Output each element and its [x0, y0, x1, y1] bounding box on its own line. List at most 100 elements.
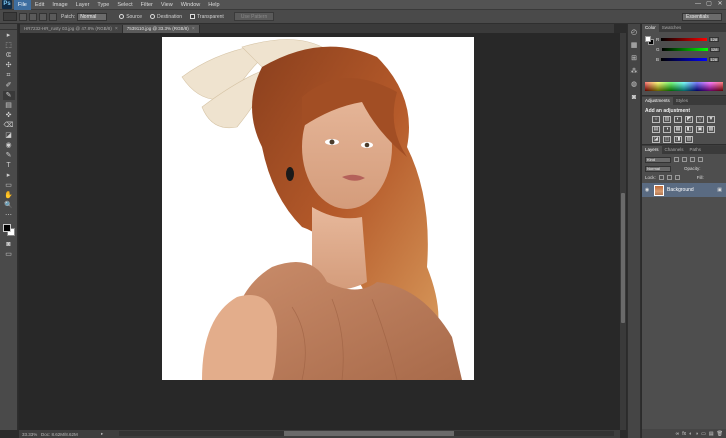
- info-icon[interactable]: ⊞: [630, 54, 639, 63]
- transparent-option[interactable]: Transparent: [190, 14, 224, 20]
- source-option[interactable]: Source: [119, 14, 142, 20]
- intersect-selection-button[interactable]: [49, 12, 57, 21]
- levels-icon[interactable]: ▥: [663, 116, 671, 123]
- tab-close-icon[interactable]: ×: [115, 25, 118, 33]
- vertical-scrollbar[interactable]: [620, 33, 626, 430]
- clone-stamp-tool-icon[interactable]: ✜: [3, 111, 15, 120]
- green-slider[interactable]: [661, 47, 708, 51]
- destination-radio[interactable]: [150, 14, 156, 19]
- curves-icon[interactable]: ◐: [674, 116, 682, 123]
- tab-document-1[interactable]: HR7232-HR_rusty 03.jpg @ 47.8% (RGB/8) ×: [20, 25, 123, 33]
- menu-file[interactable]: File: [14, 0, 31, 10]
- brightness-contrast-icon[interactable]: ☼: [652, 116, 660, 123]
- menu-select[interactable]: Select: [113, 0, 136, 10]
- filter-pixel-icon[interactable]: [674, 157, 679, 162]
- green-value[interactable]: 128: [709, 46, 720, 52]
- patch-mode-select[interactable]: Normal: [77, 12, 108, 21]
- gradient-tool-icon[interactable]: ◪: [3, 131, 15, 140]
- blue-value[interactable]: 128: [709, 56, 720, 62]
- visibility-eye-icon[interactable]: ◉: [643, 187, 651, 193]
- channel-mixer-icon[interactable]: ▣: [696, 126, 704, 133]
- color-balance-icon[interactable]: ◑: [663, 126, 671, 133]
- menu-layer[interactable]: Layer: [72, 0, 94, 10]
- tab-layers[interactable]: Layers: [642, 146, 662, 154]
- brush-presets-icon[interactable]: ⁂: [630, 67, 639, 76]
- menu-image[interactable]: Image: [48, 0, 71, 10]
- tab-swatches[interactable]: Swatches: [659, 24, 685, 32]
- selective-color-icon[interactable]: ▧: [685, 136, 693, 143]
- red-value[interactable]: 128: [709, 36, 720, 42]
- subtract-selection-button[interactable]: [39, 12, 47, 21]
- exposure-icon[interactable]: ◩: [685, 116, 693, 123]
- menu-window[interactable]: Window: [177, 0, 205, 10]
- document-canvas[interactable]: [162, 37, 474, 380]
- lock-transparent-icon[interactable]: [658, 175, 664, 180]
- filter-shape-icon[interactable]: [698, 157, 703, 162]
- use-pattern-button[interactable]: Use Pattern: [233, 12, 275, 21]
- filter-adjustment-icon[interactable]: [682, 157, 687, 162]
- status-menu-arrow-icon[interactable]: ▸: [101, 431, 103, 437]
- tab-styles[interactable]: Styles: [673, 97, 691, 105]
- blur-tool-icon[interactable]: ◉: [3, 141, 15, 150]
- color-swatches[interactable]: [2, 223, 16, 237]
- hand-tool-icon[interactable]: ✋: [3, 191, 15, 200]
- menu-edit[interactable]: Edit: [31, 0, 48, 10]
- layer-kind-select[interactable]: Kind: [645, 156, 671, 163]
- clone-source-icon[interactable]: ◍: [630, 80, 639, 89]
- lasso-tool-icon[interactable]: ᕳ: [3, 51, 15, 60]
- zoom-level[interactable]: 33.33%: [19, 432, 41, 437]
- path-select-tool-icon[interactable]: ▸: [3, 171, 15, 180]
- crop-tool-icon[interactable]: ⌗: [3, 71, 15, 80]
- new-group-icon[interactable]: ▭: [701, 431, 706, 437]
- horizontal-scroll-thumb[interactable]: [284, 431, 454, 436]
- pen-tool-icon[interactable]: ✎: [3, 151, 15, 160]
- maximize-icon[interactable]: ▢: [705, 1, 713, 8]
- add-mask-icon[interactable]: ◐: [689, 431, 692, 437]
- new-adjustment-icon[interactable]: ◑: [695, 431, 698, 437]
- tab-close-icon[interactable]: ×: [192, 25, 195, 33]
- layer-style-icon[interactable]: fx: [682, 431, 686, 437]
- filter-type-icon[interactable]: [690, 157, 695, 162]
- red-slider[interactable]: [661, 37, 708, 41]
- edit-toolbar-icon[interactable]: ⋯: [3, 211, 15, 220]
- history-icon[interactable]: ◴: [630, 28, 639, 37]
- minimize-icon[interactable]: —: [694, 1, 702, 8]
- layer-row-background[interactable]: ◉ Background ▣: [642, 183, 726, 197]
- shape-tool-icon[interactable]: ▭: [3, 181, 15, 190]
- tab-adjustments[interactable]: Adjustments: [642, 97, 673, 105]
- foreground-color-swatch[interactable]: [2, 224, 11, 232]
- link-layers-icon[interactable]: ∞: [676, 431, 680, 437]
- blend-mode-select[interactable]: Normal: [645, 165, 671, 172]
- horizontal-scrollbar[interactable]: [119, 431, 614, 436]
- layer-name[interactable]: Background: [667, 187, 694, 193]
- quick-select-tool-icon[interactable]: ✣: [3, 61, 15, 70]
- quick-mask-icon[interactable]: ◙: [3, 240, 15, 249]
- canvas-area[interactable]: [19, 33, 620, 430]
- menu-type[interactable]: Type: [93, 0, 113, 10]
- threshold-icon[interactable]: ◨: [674, 136, 682, 143]
- invert-icon[interactable]: ◪: [652, 136, 660, 143]
- color-lookup-icon[interactable]: ▩: [707, 126, 715, 133]
- type-tool-icon[interactable]: T: [3, 161, 15, 170]
- hue-saturation-icon[interactable]: ▤: [652, 126, 660, 133]
- tab-channels[interactable]: Channels: [662, 146, 687, 154]
- photo-filter-icon[interactable]: ◧: [685, 126, 693, 133]
- transparent-checkbox[interactable]: [190, 14, 196, 19]
- delete-layer-icon[interactable]: 🗑: [717, 431, 723, 437]
- menu-help[interactable]: Help: [204, 0, 223, 10]
- zoom-tool-icon[interactable]: 🔍: [3, 201, 15, 210]
- new-selection-button[interactable]: [19, 12, 27, 21]
- posterize-icon[interactable]: ◫: [663, 136, 671, 143]
- current-tool-preset[interactable]: [3, 12, 17, 21]
- vertical-scroll-thumb[interactable]: [621, 193, 625, 323]
- color-fg-swatch[interactable]: [645, 36, 651, 42]
- menu-view[interactable]: View: [157, 0, 177, 10]
- character-icon[interactable]: ◙: [630, 93, 639, 102]
- gradient-map-icon[interactable]: ▼: [707, 116, 715, 123]
- tab-paths[interactable]: Paths: [687, 146, 705, 154]
- new-layer-icon[interactable]: ▤: [709, 431, 714, 437]
- move-tool-icon[interactable]: ▸: [3, 31, 15, 40]
- blue-slider[interactable]: [661, 57, 708, 61]
- menu-filter[interactable]: Filter: [137, 0, 157, 10]
- properties-icon[interactable]: ▦: [630, 41, 639, 50]
